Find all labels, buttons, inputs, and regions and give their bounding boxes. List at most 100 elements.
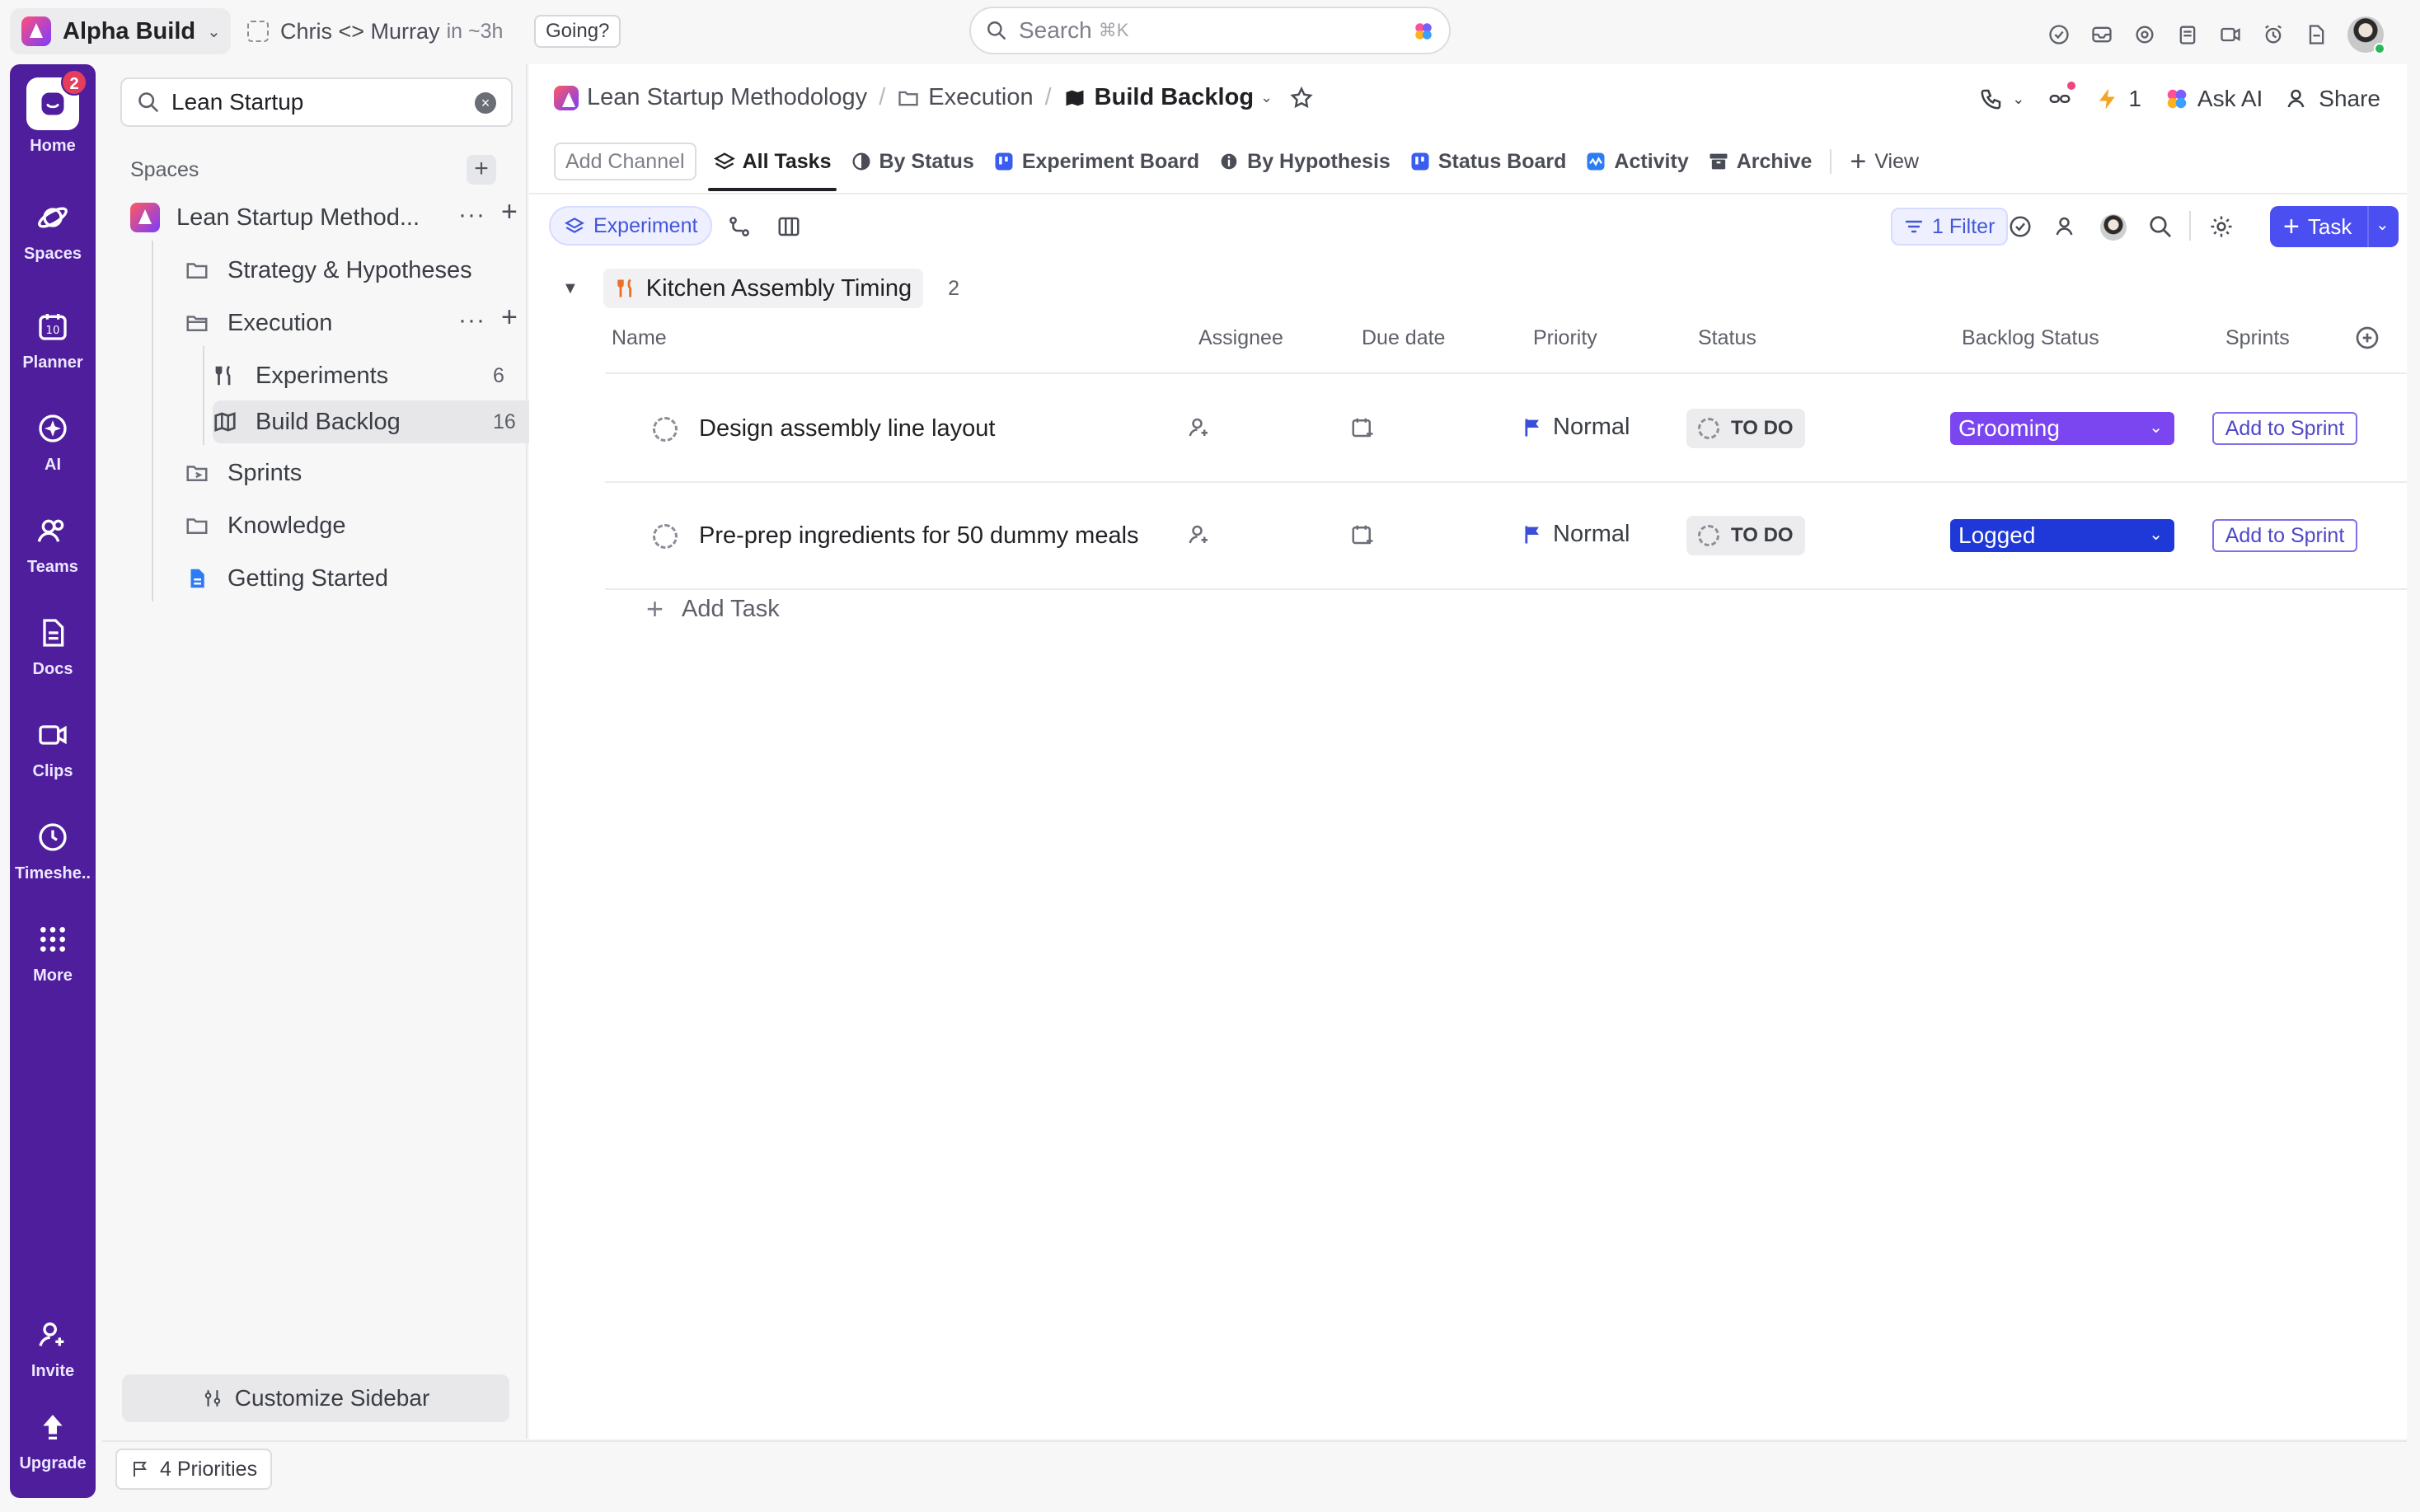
chevron-down-icon[interactable]: ⌄ <box>1260 89 1273 106</box>
add-space-button[interactable]: + <box>467 155 496 185</box>
table-row[interactable]: Design assembly line layout Normal TO DO… <box>605 374 2407 481</box>
sidebar-folder-knowledge[interactable]: Knowledge <box>185 504 346 547</box>
breadcrumb-folder[interactable]: Execution <box>928 84 1033 111</box>
columns-icon[interactable] <box>776 214 801 239</box>
tab-activity[interactable]: Activity <box>1584 137 1689 186</box>
task-name[interactable]: Design assembly line layout <box>699 415 995 442</box>
column-priority[interactable]: Priority <box>1533 326 1597 350</box>
rail-item-planner[interactable] <box>10 255 96 308</box>
sidebar-folder-sprints[interactable]: Sprints <box>185 452 302 494</box>
sidebar-list-experiments[interactable]: Experiments 6 <box>213 354 509 397</box>
backlog-status-select[interactable]: Grooming ⌄ <box>1950 412 2174 445</box>
status-badge[interactable]: TO DO <box>1686 516 1805 555</box>
tab-by-status[interactable]: By Status <box>850 137 974 186</box>
add-task-button[interactable]: + Task ⌄ <box>2270 206 2399 247</box>
group-pill[interactable]: Kitchen Assembly Timing <box>603 269 924 308</box>
incognito-button[interactable] <box>2047 82 2076 111</box>
workspace-switcher[interactable]: Alpha Build ⌄ <box>10 8 231 54</box>
rail-item-upgrade[interactable]: Upgrade <box>10 1411 96 1473</box>
tab-status-board[interactable]: Status Board <box>1409 137 1566 186</box>
group-by-chip[interactable]: Experiment <box>549 206 713 246</box>
folder-add-icon[interactable]: + <box>501 302 518 334</box>
rail-item-teams[interactable]: Teams <box>10 514 96 577</box>
tab-by-hypothesis[interactable]: By Hypothesis <box>1217 137 1391 186</box>
rail-item-spaces[interactable]: Spaces <box>10 201 96 264</box>
column-due-date[interactable]: Due date <box>1362 326 1445 350</box>
breadcrumb-space[interactable]: Lean Startup Methodology <box>587 84 867 111</box>
task-name[interactable]: Pre-prep ingredients for 50 dummy meals <box>699 522 1139 550</box>
task-status-circle-icon[interactable] <box>653 417 678 442</box>
priority-cell[interactable]: Normal <box>1522 521 1630 548</box>
user-avatar[interactable] <box>2347 16 2385 54</box>
rail-item-more[interactable]: More <box>10 923 96 985</box>
user-avatar-filter[interactable] <box>2100 214 2127 241</box>
assignees-icon[interactable] <box>2054 214 2079 239</box>
chevron-down-icon[interactable]: ⌄ <box>2375 214 2390 235</box>
add-due-date-icon[interactable] <box>1350 522 1375 547</box>
star-icon[interactable] <box>1289 86 1314 110</box>
check-circle-icon[interactable] <box>2008 214 2033 239</box>
space-more-icon[interactable]: ··· <box>458 201 485 229</box>
call-button[interactable]: ⌄ <box>1979 87 2024 111</box>
add-assignee-icon[interactable] <box>1187 522 1212 547</box>
badge-icon[interactable] <box>2133 23 2156 46</box>
notepad-icon[interactable] <box>2176 23 2199 46</box>
gear-icon[interactable] <box>2209 214 2234 239</box>
column-name[interactable]: Name <box>612 326 667 350</box>
space-add-icon[interactable]: + <box>501 196 518 228</box>
going-button[interactable]: Going? <box>534 15 621 48</box>
sidebar-list-build-backlog[interactable] <box>213 400 546 443</box>
add-channel-button[interactable]: Add Channel <box>554 143 696 180</box>
rail-item-home[interactable]: 2 Home <box>10 69 96 156</box>
column-assignee[interactable]: Assignee <box>1198 326 1283 350</box>
backlog-status-select[interactable]: Logged ⌄ <box>1950 519 2174 552</box>
add-task-row[interactable]: + Add Task <box>646 592 780 626</box>
add-view-button[interactable]: + View <box>1850 137 1919 186</box>
rail-item-clips[interactable]: Clips <box>10 719 96 781</box>
video-icon[interactable] <box>2219 23 2242 46</box>
status-badge[interactable]: TO DO <box>1686 409 1805 448</box>
rail-item-timesheets[interactable]: Timeshe.. <box>10 821 96 883</box>
column-status[interactable]: Status <box>1698 326 1756 350</box>
column-sprints[interactable]: Sprints <box>2225 326 2290 350</box>
breadcrumb-current[interactable]: Build Backlog <box>1095 84 1254 111</box>
collapse-caret-icon[interactable]: ▼ <box>562 279 579 298</box>
add-to-sprint-button[interactable]: Add to Sprint <box>2212 412 2357 445</box>
ask-ai-button[interactable]: Ask AI <box>2164 86 2263 112</box>
priorities-button[interactable]: 4 Priorities <box>115 1449 273 1490</box>
add-to-sprint-button[interactable]: Add to Sprint <box>2212 519 2357 552</box>
folder-more-icon[interactable]: ··· <box>458 307 485 335</box>
task-status-circle-icon[interactable] <box>653 524 678 549</box>
sidebar-doc-getting-started[interactable]: Getting Started <box>185 557 388 600</box>
column-backlog-status[interactable]: Backlog Status <box>1962 326 2099 350</box>
tab-archive[interactable]: Archive <box>1707 137 1812 186</box>
rail-item-ai[interactable]: AI <box>10 412 96 475</box>
subtasks-icon[interactable] <box>727 214 752 239</box>
sidebar-search-input[interactable]: Lean Startup × <box>120 77 513 127</box>
tab-all-tasks[interactable]: All Tasks <box>707 137 837 191</box>
rail-item-invite[interactable]: Invite <box>10 1318 96 1381</box>
filter-button[interactable]: 1 Filter <box>1891 208 2009 246</box>
sidebar-space-lean-startup[interactable]: Lean Startup Method... <box>130 196 509 239</box>
customize-sidebar-button[interactable]: Customize Sidebar <box>122 1374 509 1422</box>
document-icon[interactable] <box>2305 23 2328 46</box>
check-circle-icon[interactable] <box>2047 23 2071 46</box>
share-button[interactable]: Share <box>2286 86 2380 112</box>
tab-experiment-board[interactable]: Experiment Board <box>992 137 1199 186</box>
add-due-date-icon[interactable] <box>1350 415 1375 440</box>
rail-item-docs[interactable]: Docs <box>10 616 96 679</box>
alarm-icon[interactable] <box>2262 23 2285 46</box>
add-column-icon[interactable] <box>2354 325 2380 351</box>
table-row[interactable]: Pre-prep ingredients for 50 dummy meals … <box>605 481 2407 588</box>
upcoming-meeting[interactable]: Chris <> Murray in ~3h <box>247 15 503 48</box>
global-search[interactable]: Search ⌘K <box>969 7 1451 54</box>
priority-cell[interactable]: Normal <box>1522 414 1630 441</box>
clear-search-icon[interactable]: × <box>475 92 496 114</box>
search-icon[interactable] <box>2148 214 2173 239</box>
rail-item-planner-icon[interactable]: 10 Planner <box>10 310 96 372</box>
add-assignee-icon[interactable] <box>1187 415 1212 440</box>
sidebar-folder-strategy[interactable]: Strategy & Hypotheses <box>185 249 472 292</box>
ai-brain-icon[interactable] <box>1413 21 1434 42</box>
sidebar-folder-execution[interactable]: Execution <box>185 302 332 344</box>
inbox-icon[interactable] <box>2090 23 2113 46</box>
